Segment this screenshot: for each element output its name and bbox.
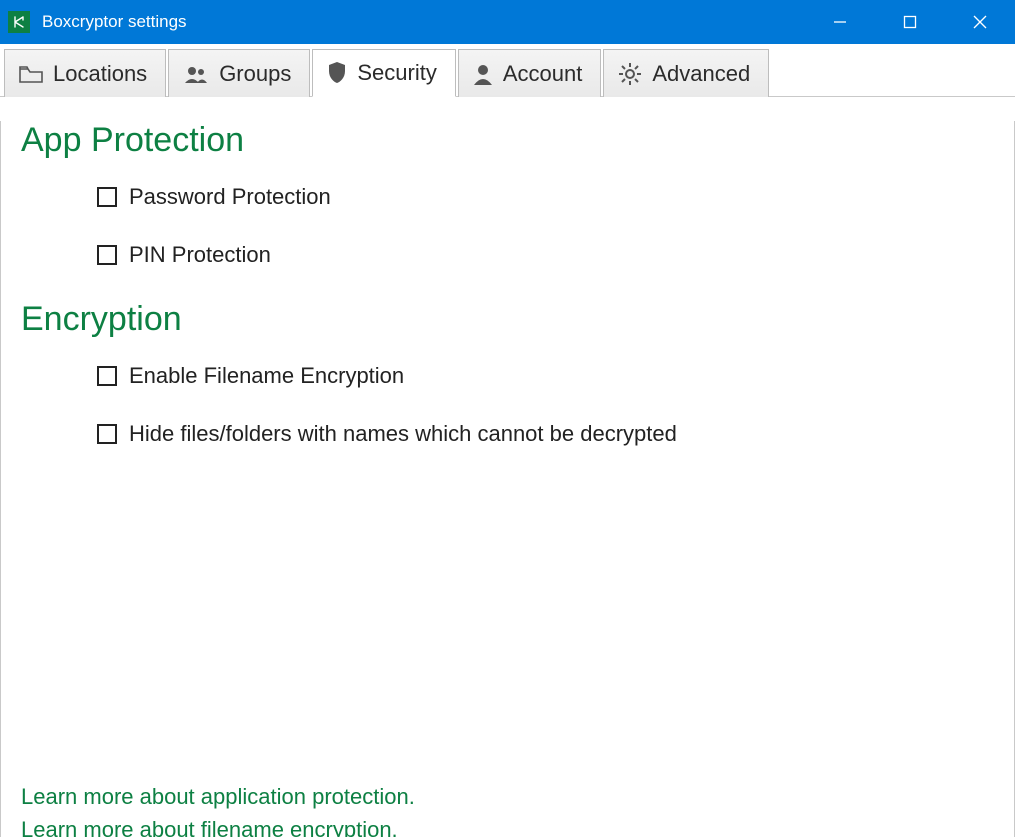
maximize-button[interactable] bbox=[875, 0, 945, 44]
checkbox[interactable] bbox=[97, 366, 117, 386]
security-panel: App Protection Password Protection PIN P… bbox=[0, 121, 1015, 837]
tab-bar: Locations Groups Security Account Advanc… bbox=[0, 44, 1015, 97]
person-icon bbox=[473, 63, 493, 85]
option-label: Password Protection bbox=[129, 184, 331, 210]
app-icon bbox=[8, 11, 30, 33]
shield-icon bbox=[327, 61, 347, 85]
title-bar: Boxcryptor settings bbox=[0, 0, 1015, 44]
link-filename-encryption-help[interactable]: Learn more about filename encryption. bbox=[21, 813, 415, 837]
link-app-protection-help[interactable]: Learn more about application protection. bbox=[21, 780, 415, 813]
checkbox[interactable] bbox=[97, 245, 117, 265]
checkbox[interactable] bbox=[97, 187, 117, 207]
tab-label: Locations bbox=[53, 61, 147, 87]
window-controls bbox=[805, 0, 1015, 44]
minimize-button[interactable] bbox=[805, 0, 875, 44]
heading-app-protection: App Protection bbox=[21, 121, 994, 160]
option-label: PIN Protection bbox=[129, 242, 271, 268]
tab-label: Security bbox=[357, 60, 436, 86]
tab-label: Account bbox=[503, 61, 583, 87]
folder-icon bbox=[19, 64, 43, 84]
groups-icon bbox=[183, 64, 209, 84]
option-label: Enable Filename Encryption bbox=[129, 363, 404, 389]
tab-security[interactable]: Security bbox=[312, 49, 455, 97]
checkbox[interactable] bbox=[97, 424, 117, 444]
gear-icon bbox=[618, 62, 642, 86]
tab-locations[interactable]: Locations bbox=[4, 49, 166, 97]
option-filename-encryption[interactable]: Enable Filename Encryption bbox=[97, 363, 994, 389]
window-title: Boxcryptor settings bbox=[42, 12, 187, 32]
close-button[interactable] bbox=[945, 0, 1015, 44]
tab-account[interactable]: Account bbox=[458, 49, 602, 97]
heading-encryption: Encryption bbox=[21, 300, 994, 339]
tab-label: Advanced bbox=[652, 61, 750, 87]
option-label: Hide files/folders with names which cann… bbox=[129, 421, 677, 447]
tab-label: Groups bbox=[219, 61, 291, 87]
option-pin-protection[interactable]: PIN Protection bbox=[97, 242, 994, 268]
option-password-protection[interactable]: Password Protection bbox=[97, 184, 994, 210]
tab-groups[interactable]: Groups bbox=[168, 49, 310, 97]
option-hide-undecryptable[interactable]: Hide files/folders with names which cann… bbox=[97, 421, 994, 447]
footer-links: Learn more about application protection.… bbox=[21, 780, 415, 837]
tab-advanced[interactable]: Advanced bbox=[603, 49, 769, 97]
